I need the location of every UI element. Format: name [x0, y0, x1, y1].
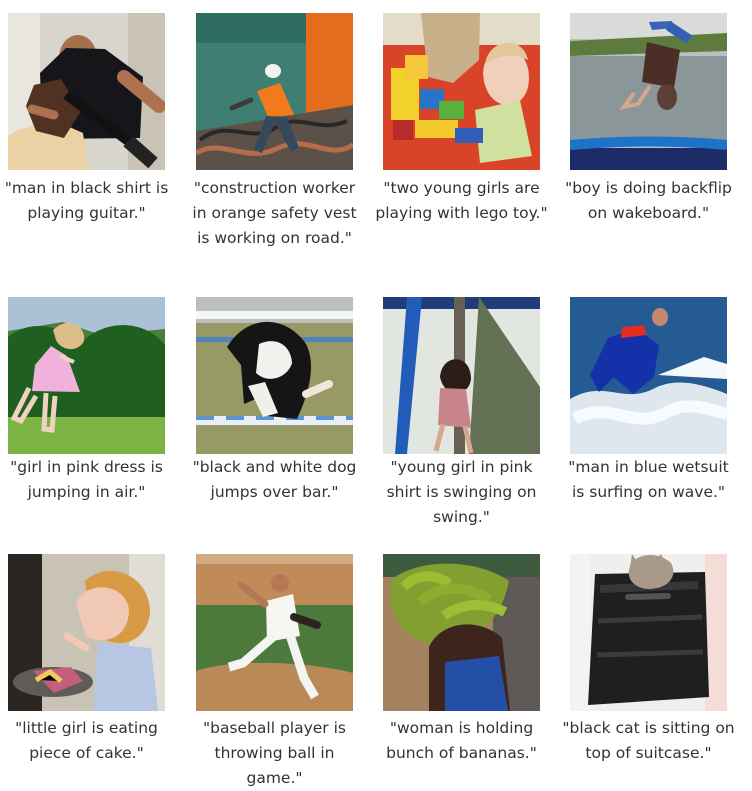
construction-image	[196, 13, 353, 170]
caption-cake: "little girl is eating piece of cake."	[15, 719, 158, 762]
surf-photo	[570, 297, 727, 454]
caption-surf: "man in blue wetsuit is surfing on wave.…	[568, 458, 729, 501]
swing-photo	[383, 297, 540, 454]
caption-dog: "black and white dog jumps over bar."	[192, 458, 357, 501]
caption-baseball: "baseball player is throwing ball in gam…	[203, 719, 346, 787]
bananas-photo	[383, 554, 540, 711]
caption-bananas: "woman is holding bunch of bananas."	[386, 719, 537, 762]
dog-image	[196, 297, 353, 454]
construction-photo	[196, 13, 353, 170]
pink-dress-image	[8, 297, 165, 454]
baseball-photo	[196, 554, 353, 711]
caption-lego: "two young girls are playing with lego t…	[375, 179, 548, 222]
guitar-image	[8, 13, 165, 170]
dog-photo	[196, 297, 353, 454]
guitar-photo	[8, 13, 165, 170]
caption-pink-dress: "girl in pink dress is jumping in air."	[10, 458, 163, 501]
wakeboard-photo	[570, 13, 727, 170]
caption-wakeboard: "boy is doing backflip on wakeboard."	[565, 179, 732, 222]
lego-photo	[383, 13, 540, 170]
bananas-image	[383, 554, 540, 711]
caption-swing: "young girl in pink shirt is swinging on…	[386, 458, 537, 526]
cat-suitcase-image	[570, 554, 727, 711]
wakeboard-image	[570, 13, 727, 170]
lego-image	[383, 13, 540, 170]
image-caption-grid: "man in black shirt is playing guitar." …	[0, 0, 752, 787]
caption-construction: "construction worker in orange safety ve…	[192, 179, 357, 247]
cat-suitcase-photo	[570, 554, 727, 711]
caption-guitar: "man in black shirt is playing guitar."	[4, 179, 169, 222]
cake-photo	[8, 554, 165, 711]
swing-image	[383, 297, 540, 454]
cake-image	[8, 554, 165, 711]
baseball-image	[196, 554, 353, 711]
surf-image	[570, 297, 727, 454]
caption-cat-suitcase: "black cat is sitting on top of suitcase…	[562, 719, 735, 762]
pink-dress-photo	[8, 297, 165, 454]
